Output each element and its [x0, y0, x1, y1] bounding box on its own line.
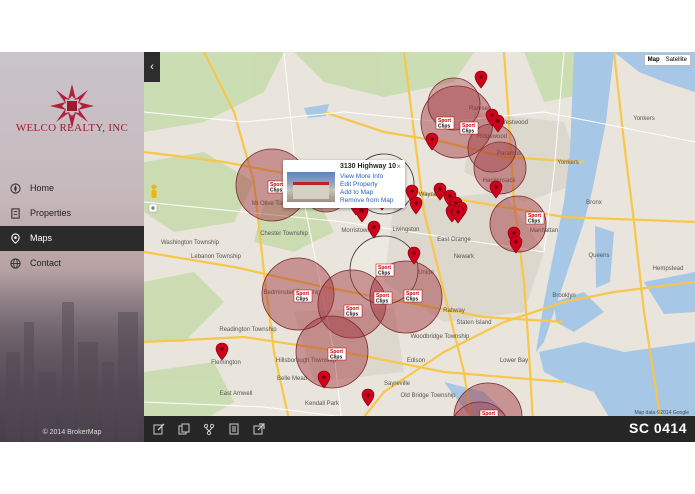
place-label: Brooklyn: [552, 293, 575, 299]
place-label: Hempstead: [653, 266, 684, 272]
svg-text:Clips: Clips: [296, 297, 308, 303]
svg-text:Clips: Clips: [270, 188, 282, 194]
svg-text:Clips: Clips: [528, 219, 540, 225]
globe-icon: [10, 258, 21, 269]
remove-from-map-link[interactable]: Remove from Map: [340, 197, 393, 204]
app-window: WELCO REALTY, INC Home Properties Maps C…: [0, 52, 695, 442]
place-label: Belle Mead: [277, 376, 307, 382]
place-label: Woodbridge Township: [411, 334, 470, 340]
sidebar-nav: Home Properties Maps Contact: [0, 176, 144, 276]
sidebar-item-maps[interactable]: Maps: [0, 226, 144, 251]
svg-text:Clips: Clips: [462, 129, 474, 135]
place-label: Sayreville: [384, 381, 411, 387]
place-label: Newark: [454, 254, 475, 260]
place-label: East Amwell: [220, 391, 253, 397]
compass-icon: [10, 183, 21, 194]
sidebar-item-properties[interactable]: Properties: [0, 201, 144, 226]
map-pin-dot: [372, 225, 376, 229]
svg-text:Clips: Clips: [346, 312, 358, 318]
property-photo: [287, 172, 335, 202]
map-pin-dot: [366, 393, 370, 397]
copy-icon[interactable]: [178, 423, 190, 435]
street-view-pegman-icon[interactable]: [151, 184, 157, 199]
map-pin-dot: [448, 194, 452, 198]
sidebar-item-label: Maps: [30, 233, 53, 243]
view-more-info-link[interactable]: View More Info: [340, 173, 383, 180]
place-label: Yonkers: [557, 160, 578, 166]
place-label: Edison: [407, 358, 425, 364]
place-label: Lebanon Township: [191, 254, 242, 260]
close-icon[interactable]: ×: [396, 162, 401, 171]
sidebar-item-label: Home: [30, 183, 55, 193]
place-label: Chester Township: [260, 231, 308, 237]
chevron-left-icon: ‹: [150, 61, 154, 73]
map-pin-dot: [438, 187, 442, 191]
map-pin-dot: [412, 251, 416, 255]
map-canvas[interactable]: Ramsey Ridgewood Paramus Hackensack Yonk…: [144, 52, 695, 442]
svg-text:Clips: Clips: [376, 299, 388, 305]
info-window-title: 3130 Highway 10: [340, 163, 397, 170]
place-label: Yonkers: [633, 116, 654, 122]
place-label: Kendall Park: [305, 401, 340, 407]
place-label: Washington Township: [161, 240, 220, 246]
svg-text:Clips: Clips: [330, 355, 342, 361]
place-label: Old Bridge Township: [401, 393, 457, 399]
place-label: Rahway: [443, 308, 465, 314]
sidebar-item-label: Contact: [30, 258, 62, 268]
copyright-text: © 2014 BrokerMap: [42, 429, 102, 436]
map-type-control: Map Satellite: [643, 54, 691, 66]
svg-text:Clips: Clips: [438, 124, 450, 130]
place-label: East Orange: [437, 237, 471, 243]
edit-icon[interactable]: [153, 423, 165, 435]
map-pin-dot: [514, 240, 518, 244]
map-pin-dot: [414, 201, 418, 205]
map-pin-dot: [430, 137, 434, 141]
city-skyline-background: [0, 272, 144, 442]
edit-property-link[interactable]: Edit Property: [340, 181, 378, 188]
map-pin-dot: [322, 375, 326, 379]
place-label: Readington Township: [219, 327, 277, 333]
map-pin-dot: [494, 185, 498, 189]
sidebar-item-label: Properties: [30, 208, 72, 218]
place-label: Queens: [588, 253, 609, 259]
place-label: Lower Bay: [500, 358, 528, 364]
zoom-control[interactable]: [148, 203, 158, 213]
map-tiles[interactable]: Ramsey Ridgewood Paramus Hackensack Yonk…: [144, 52, 695, 442]
place-label: Livingston: [392, 227, 419, 233]
map-pin-icon: [11, 233, 20, 244]
place-label: Bronx: [586, 200, 602, 206]
place-label: Staten Island: [456, 320, 491, 326]
svg-text:Clips: Clips: [406, 297, 418, 303]
map-pin-dot: [496, 119, 500, 123]
add-to-map-link[interactable]: Add to Map: [340, 189, 373, 196]
map-pin-dot: [490, 113, 494, 117]
share-icon[interactable]: [203, 423, 215, 435]
svg-text:Clips: Clips: [378, 271, 390, 277]
sidebar-item-contact[interactable]: Contact: [0, 251, 144, 276]
property-code: SC 0414: [629, 420, 687, 436]
map-pin-dot: [456, 210, 460, 214]
info-window: 3130 Highway 10 × View More Info Edit Pr…: [283, 160, 405, 208]
map-pin-dot: [360, 209, 364, 213]
place-label: Flemington: [211, 360, 241, 366]
external-link-icon[interactable]: [253, 423, 265, 435]
clipboard-icon[interactable]: [228, 423, 240, 435]
document-icon: [11, 208, 20, 219]
map-type-map-button[interactable]: Map: [645, 55, 663, 65]
place-label: Morristown: [341, 228, 370, 234]
brand-name: WELCO REALTY, INC: [15, 122, 129, 134]
bottom-toolbar: SC 0414: [144, 416, 695, 442]
map-pin-dot: [220, 347, 224, 351]
map-type-satellite-button[interactable]: Satellite: [663, 55, 690, 65]
sidebar: WELCO REALTY, INC Home Properties Maps C…: [0, 52, 144, 442]
sidebar-collapse-button[interactable]: ‹: [144, 52, 160, 82]
map-pin-dot: [479, 75, 483, 79]
map-pin-dot: [512, 231, 516, 235]
sidebar-item-home[interactable]: Home: [0, 176, 144, 201]
map-pin-dot: [410, 189, 414, 193]
